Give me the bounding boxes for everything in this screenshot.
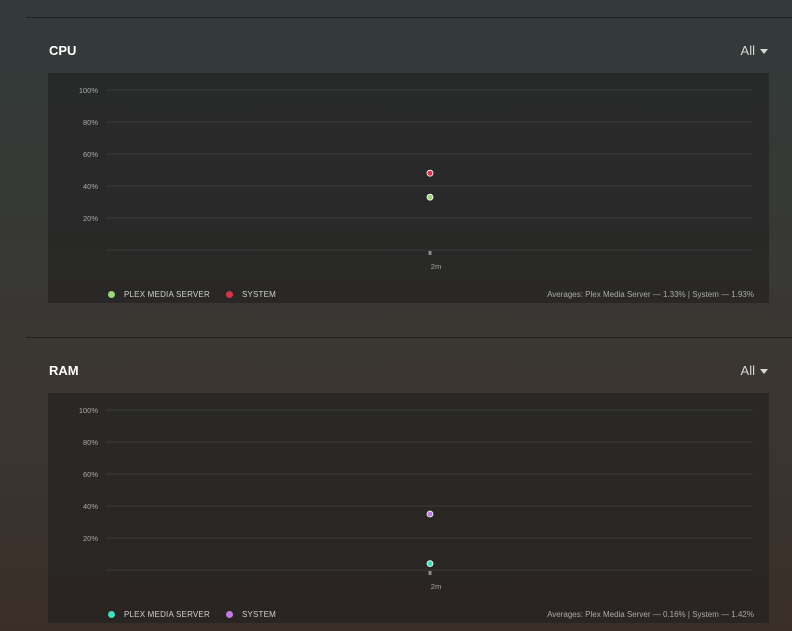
x-tick-label: 2m bbox=[431, 262, 441, 271]
legend-label: SYSTEM bbox=[241, 610, 277, 619]
y-tick-label: 20% bbox=[83, 214, 98, 223]
y-tick-label: 40% bbox=[83, 502, 98, 511]
cpu-chart: 100% 80% 60% 40% 20% 2m bbox=[79, 86, 753, 271]
legend-label: PLEX MEDIA SERVER bbox=[124, 290, 210, 299]
section-divider bbox=[26, 337, 792, 338]
ram-chart: 100% 80% 60% 40% 20% 2m bbox=[79, 406, 753, 591]
ram-averages: Averages: Plex Media Server — 0.16% | Sy… bbox=[547, 610, 754, 619]
chevron-down-icon bbox=[760, 48, 768, 54]
x-tick-label: 2m bbox=[431, 582, 441, 591]
y-tick-label: 60% bbox=[83, 470, 98, 479]
legend-item-plex-media-server[interactable]: PLEX MEDIA SERVER bbox=[108, 290, 210, 299]
legend-dot-plex bbox=[108, 291, 115, 298]
ram-filter-label: All bbox=[740, 363, 755, 378]
cpu-chart-panel: 100% 80% 60% 40% 20% 2m PLEX MEDIA SERVER SYS… bbox=[48, 73, 769, 303]
ram-legend: PLEX MEDIA SERVER SYSTEM bbox=[108, 610, 292, 619]
cpu-legend: PLEX MEDIA SERVER SYSTEM bbox=[108, 290, 292, 299]
legend-label: PLEX MEDIA SERVER bbox=[124, 610, 210, 619]
y-tick-label: 80% bbox=[83, 438, 98, 447]
legend-item-system[interactable]: SYSTEM bbox=[225, 610, 277, 619]
legend-label: SYSTEM bbox=[241, 290, 277, 299]
y-tick-label: 80% bbox=[83, 118, 98, 127]
legend-dot-system bbox=[225, 291, 233, 298]
data-point[interactable] bbox=[426, 193, 434, 201]
cpu-filter-label: All bbox=[740, 43, 755, 58]
cpu-filter-dropdown[interactable]: All bbox=[741, 43, 768, 58]
legend-item-plex-media-server[interactable]: PLEX MEDIA SERVER bbox=[108, 610, 210, 619]
cpu-averages: Averages: Plex Media Server — 1.33% | Sy… bbox=[547, 290, 754, 299]
cpu-section-title: CPU bbox=[49, 43, 77, 58]
ram-chart-panel: 100% 80% 60% 40% 20% 2m PLEX MEDIA SERVER SYS… bbox=[48, 393, 769, 623]
data-point[interactable] bbox=[426, 560, 434, 568]
data-point[interactable] bbox=[426, 169, 434, 177]
y-tick-label: 20% bbox=[83, 534, 98, 543]
y-tick-label: 100% bbox=[79, 86, 99, 95]
data-point[interactable] bbox=[426, 510, 434, 518]
section-divider-top bbox=[26, 17, 792, 18]
ram-filter-dropdown[interactable]: All bbox=[741, 363, 768, 378]
x-tick-mark bbox=[428, 571, 432, 575]
legend-dot-plex bbox=[108, 611, 115, 618]
x-tick-mark bbox=[428, 251, 432, 255]
y-tick-label: 40% bbox=[83, 182, 98, 191]
legend-dot-system bbox=[225, 611, 233, 618]
y-tick-label: 100% bbox=[79, 406, 99, 415]
legend-item-system[interactable]: SYSTEM bbox=[225, 290, 277, 299]
chevron-down-icon bbox=[760, 368, 768, 374]
ram-section-title: RAM bbox=[49, 363, 79, 378]
y-tick-label: 60% bbox=[83, 150, 98, 159]
